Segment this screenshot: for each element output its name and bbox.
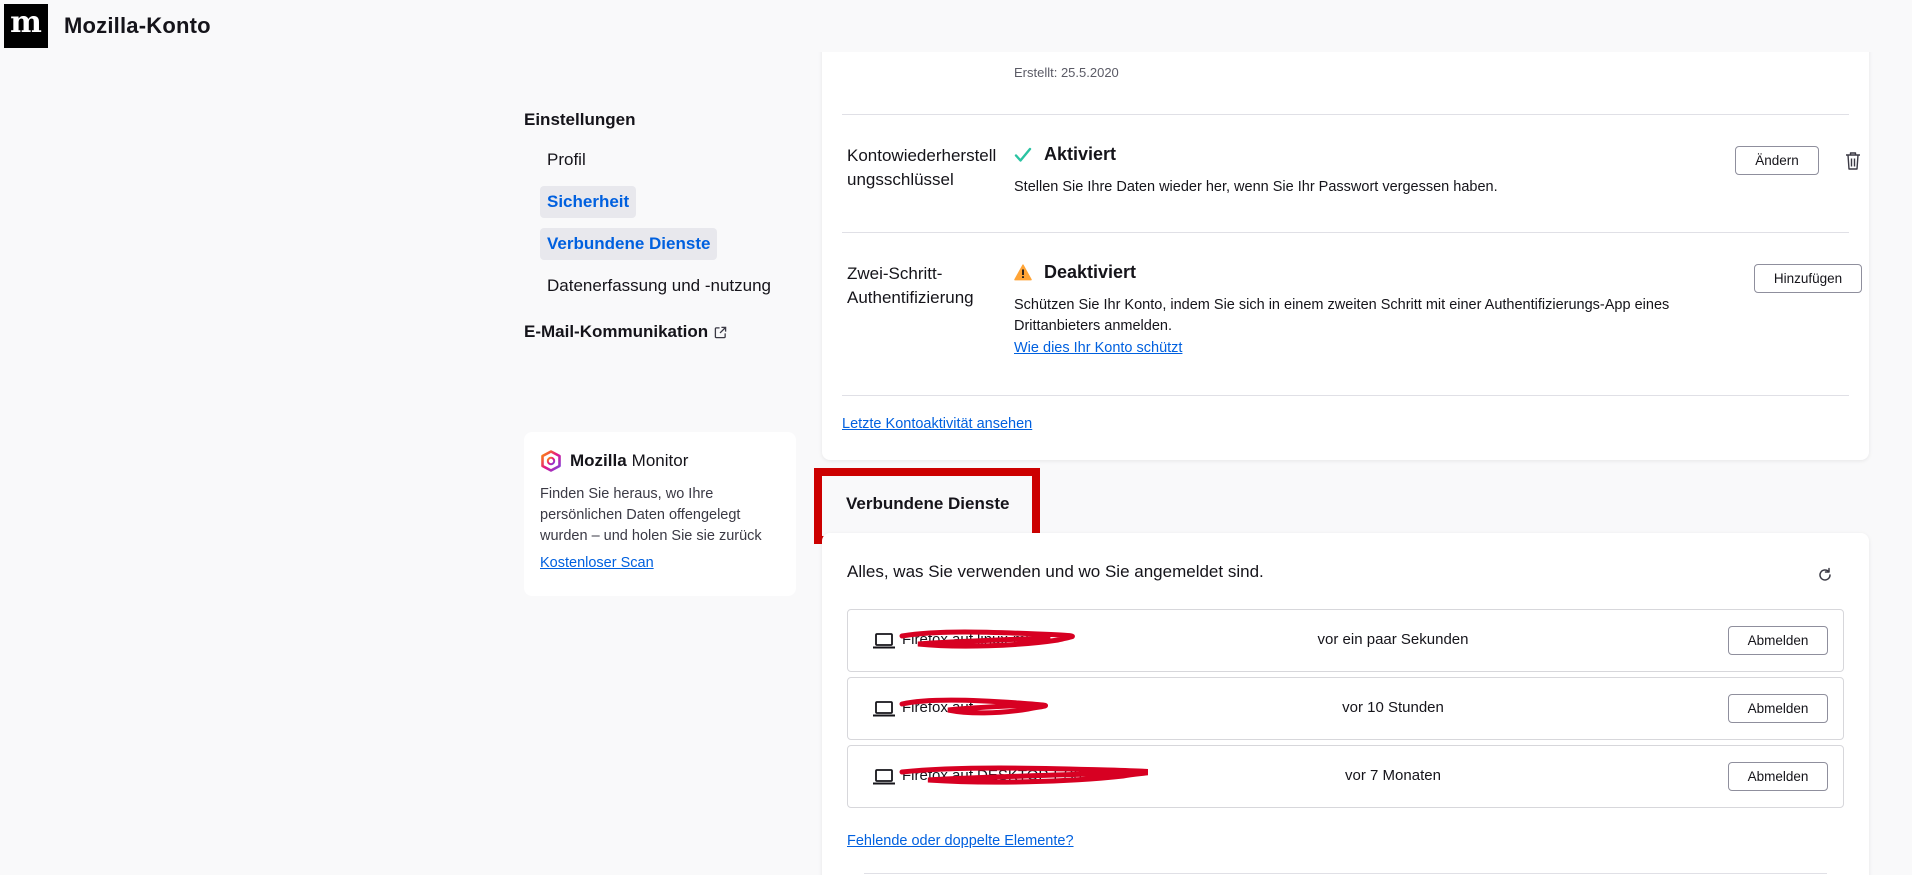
top-header: m Mozilla-Konto (0, 0, 1912, 52)
recent-activity-link[interactable]: Letzte Kontoaktivität ansehen (842, 416, 1032, 432)
security-card: Erstellt: 25.5.2020 Kontowiederherstellu… (822, 40, 1869, 460)
add-two-step-button[interactable]: Hinzufügen (1754, 264, 1862, 293)
device-row: Firefox auf vor 10 Stunden Abmelden (847, 677, 1844, 740)
two-step-status: Deaktiviert (1014, 262, 1699, 283)
sign-out-button[interactable]: Abmelden (1728, 694, 1828, 723)
recovery-status-text: Aktiviert (1044, 144, 1117, 164)
refresh-icon[interactable] (1817, 567, 1833, 583)
nav-email-label: E-Mail-Kommunikation (524, 322, 709, 341)
change-recovery-key-button[interactable]: Ändern (1735, 146, 1819, 175)
warning-icon (1014, 264, 1032, 281)
last-active: vor 7 Monaten (1345, 767, 1441, 784)
monitor-promo: Mozilla Monitor Finden Sie heraus, wo Ih… (524, 432, 796, 596)
laptop-icon (873, 633, 895, 649)
laptop-icon (873, 701, 895, 717)
promo-brand-bold: Mozilla (570, 451, 627, 470)
two-step-desc: Schützen Sie Ihr Konto, indem Sie sich i… (1014, 297, 1670, 334)
how-it-protects-link[interactable]: Wie dies Ihr Konto schützt (1014, 340, 1182, 356)
two-step-auth-row: Zwei-Schritt-Authentifizierung Deaktivie… (847, 262, 1862, 372)
mozilla-logo[interactable]: m (4, 4, 48, 48)
recovery-key-body: Aktiviert Stellen Sie Ihre Daten wieder … (1014, 144, 1719, 198)
redaction-scribble (899, 765, 1148, 785)
two-step-status-text: Deaktiviert (1044, 262, 1137, 282)
laptop-icon (873, 769, 895, 785)
monitor-logo-icon (541, 450, 561, 472)
password-created-date: Erstellt: 25.5.2020 (1014, 65, 1119, 80)
external-link-icon (714, 326, 727, 338)
device-row: Firefox auf linux-mi vor ein paar Sekund… (847, 609, 1844, 672)
two-step-auth-body: Deaktiviert Schützen Sie Ihr Konto, inde… (1014, 262, 1699, 357)
nav-item-datenerfassung[interactable]: Datenerfassung und -nutzung (540, 270, 778, 302)
device-row: Firefox auf DESKTOP-ES0 vor 7 Monaten Ab… (847, 745, 1844, 808)
settings-nav: Einstellungen Profil Sicherheit Verbunde… (524, 110, 784, 342)
divider (864, 873, 1827, 874)
promo-brand-rest: Monitor (631, 451, 689, 470)
nav-item-profil[interactable]: Profil (540, 144, 593, 176)
divider (842, 114, 1849, 115)
two-step-auth-label: Zwei-Schritt-Authentifizierung (847, 264, 974, 307)
sign-out-button[interactable]: Abmelden (1728, 626, 1828, 655)
redaction-scribble (899, 697, 1048, 716)
redaction-scribble (899, 629, 1075, 649)
missing-items-link[interactable]: Fehlende oder doppelte Elemente? (847, 833, 1074, 849)
connected-services-card: Alles, was Sie verwenden und wo Sie ange… (822, 533, 1869, 875)
recovery-status: Aktiviert (1014, 144, 1719, 165)
recovery-desc: Stellen Sie Ihre Daten wieder her, wenn … (1014, 179, 1498, 195)
nav-item-email[interactable]: E-Mail-Kommunikation (524, 322, 784, 342)
last-active: vor 10 Stunden (1342, 699, 1444, 716)
recovery-key-row: Kontowiederherstellungsschlüssel Aktivie… (847, 144, 1860, 224)
free-scan-link[interactable]: Kostenloser Scan (540, 555, 654, 571)
services-intro: Alles, was Sie verwenden und wo Sie ange… (847, 562, 1264, 581)
sign-out-button[interactable]: Abmelden (1728, 762, 1828, 791)
checkmark-icon (1014, 147, 1032, 162)
promo-header: Mozilla Monitor (540, 450, 780, 472)
divider (842, 232, 1849, 233)
last-active: vor ein paar Sekunden (1317, 631, 1469, 648)
nav-heading[interactable]: Einstellungen (524, 110, 784, 130)
trash-icon[interactable] (1844, 151, 1862, 171)
recovery-key-label: Kontowiederherstellungsschlüssel (847, 146, 997, 189)
nav-item-verbundene-dienste[interactable]: Verbundene Dienste (540, 228, 718, 260)
divider (842, 395, 1849, 396)
promo-text: Finden Sie heraus, wo Ihre persönlichen … (540, 486, 762, 544)
nav-item-sicherheit[interactable]: Sicherheit (540, 186, 637, 218)
app-title: Mozilla-Konto (64, 13, 211, 38)
